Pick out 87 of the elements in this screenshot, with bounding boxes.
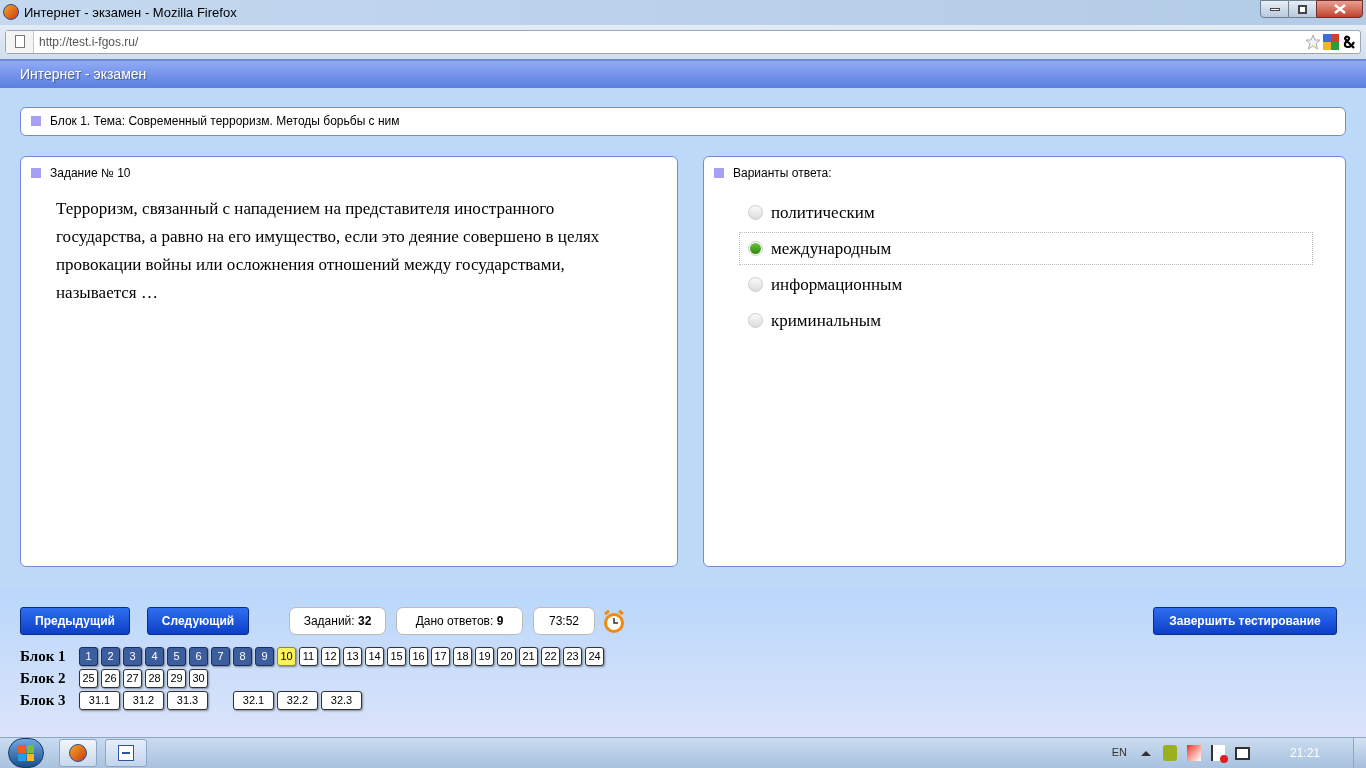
browser-logo-icon bbox=[69, 744, 87, 762]
question-number-button[interactable]: 19 bbox=[475, 647, 494, 667]
radio-button[interactable] bbox=[748, 204, 763, 220]
window-title: Интернет - экзамен - Mozilla Firefox bbox=[24, 3, 237, 22]
question-number-button[interactable]: 24 bbox=[585, 647, 604, 667]
previous-button[interactable]: Предыдущий bbox=[20, 607, 130, 636]
topic-text: Блок 1. Тема: Современный терроризм. Методы борьбы с ним bbox=[50, 113, 400, 131]
radio-button[interactable] bbox=[748, 240, 763, 256]
question-number-button[interactable]: 25 bbox=[79, 669, 98, 689]
app-title: Интернет - экзамен bbox=[20, 64, 147, 84]
taskbar-button[interactable] bbox=[105, 739, 147, 767]
finish-button[interactable]: Завершить тестирование bbox=[1153, 607, 1337, 636]
question-number-button[interactable]: 14 bbox=[365, 647, 384, 667]
bullet-icon bbox=[31, 167, 41, 178]
question-number-button[interactable]: 18 bbox=[453, 647, 472, 667]
question-text: Терроризм, связанный с нападением на представителя иностранного государства, а равно на его имущество, если это деяние совершено в целях провокации войны или осложнения отношений между государствами, называется … bbox=[56, 197, 601, 304]
question-number-button[interactable]: 23 bbox=[563, 647, 582, 667]
question-number-button[interactable]: 13 bbox=[343, 647, 362, 667]
restore-button[interactable] bbox=[1289, 0, 1316, 18]
question-number-button[interactable]: 32.2 bbox=[277, 691, 318, 711]
question-number-button[interactable]: 20 bbox=[497, 647, 516, 667]
tasks-count: Заданий: 32 bbox=[289, 607, 386, 636]
page-icon bbox=[14, 35, 25, 49]
bullet-icon bbox=[714, 167, 724, 178]
question-number-button[interactable]: 7 bbox=[211, 647, 230, 667]
browser-logo-icon bbox=[3, 4, 19, 21]
question-number-button[interactable]: 11 bbox=[299, 647, 318, 667]
question-number-button[interactable]: 29 bbox=[167, 669, 186, 689]
question-heading: Задание № 10 bbox=[50, 164, 131, 182]
taskbar-button[interactable] bbox=[59, 739, 97, 767]
answers-heading: Варианты ответа: bbox=[733, 164, 832, 182]
question-number-button[interactable]: 28 bbox=[145, 669, 164, 689]
question-number-button[interactable]: 8 bbox=[233, 647, 252, 667]
clock: 21:21 bbox=[1289, 745, 1320, 762]
flag-error-icon[interactable] bbox=[1210, 745, 1225, 761]
question-number-button[interactable]: 26 bbox=[101, 669, 120, 689]
block-label: Блок 3 bbox=[20, 691, 67, 711]
question-number-button[interactable]: 31.1 bbox=[79, 691, 120, 711]
question-number-button[interactable]: 22 bbox=[541, 647, 560, 667]
question-number-button[interactable]: 32.1 bbox=[233, 691, 274, 711]
star-icon[interactable] bbox=[1305, 33, 1321, 50]
question-number-button[interactable]: 30 bbox=[189, 669, 208, 689]
question-number-button[interactable]: 17 bbox=[431, 647, 450, 667]
answer-option[interactable]: международным bbox=[739, 231, 1313, 265]
show-hidden-icons-icon[interactable] bbox=[1140, 750, 1151, 756]
question-number-button[interactable]: 9 bbox=[255, 647, 274, 667]
question-number-button[interactable]: 31.2 bbox=[123, 691, 164, 711]
question-number-button[interactable]: 31.3 bbox=[167, 691, 208, 711]
bullet-icon bbox=[31, 116, 41, 127]
question-number-button[interactable]: 15 bbox=[387, 647, 406, 667]
google-icon[interactable] bbox=[1323, 33, 1339, 50]
block-label: Блок 2 bbox=[20, 669, 67, 689]
question-number-button[interactable]: 3 bbox=[123, 647, 142, 667]
answer-option[interactable]: информационным bbox=[739, 267, 1313, 301]
radio-button[interactable] bbox=[748, 276, 763, 292]
document-icon bbox=[118, 745, 134, 761]
answer-option[interactable]: криминальным bbox=[739, 303, 1313, 337]
close-icon bbox=[1333, 4, 1346, 14]
close-button[interactable] bbox=[1316, 0, 1363, 18]
address-text: http://test.i-fgos.ru/ bbox=[39, 33, 139, 51]
question-number-button[interactable]: 1 bbox=[79, 647, 98, 667]
windows-logo-icon bbox=[18, 745, 34, 761]
language-indicator: EN bbox=[1111, 745, 1127, 760]
question-number-button[interactable]: 27 bbox=[123, 669, 142, 689]
radio-button[interactable] bbox=[748, 312, 763, 328]
question-number-button[interactable]: 2 bbox=[101, 647, 120, 667]
alarm-clock-icon bbox=[603, 609, 625, 634]
question-number-button[interactable]: 10 bbox=[277, 647, 296, 667]
question-number-button[interactable]: 6 bbox=[189, 647, 208, 667]
question-number-button[interactable]: 4 bbox=[145, 647, 164, 667]
answer-option[interactable]: политическим bbox=[739, 195, 1313, 229]
ampersand-icon[interactable] bbox=[1342, 34, 1356, 49]
next-button[interactable]: Следующий bbox=[147, 607, 249, 636]
address-bar[interactable]: http://test.i-fgos.ru/ bbox=[5, 29, 1361, 54]
restore-icon bbox=[1298, 4, 1307, 14]
question-number-button[interactable]: 32.3 bbox=[321, 691, 362, 711]
question-number-button[interactable]: 21 bbox=[519, 647, 538, 667]
network-icon[interactable] bbox=[1234, 746, 1250, 760]
timer: 73:52 bbox=[533, 607, 595, 636]
block-label: Блок 1 bbox=[20, 647, 67, 667]
question-number-button[interactable]: 5 bbox=[167, 647, 186, 667]
answered-count: Дано ответов: 9 bbox=[396, 607, 523, 636]
question-number-button[interactable]: 12 bbox=[321, 647, 340, 667]
question-number-button[interactable]: 16 bbox=[409, 647, 428, 667]
minimize-icon bbox=[1269, 7, 1280, 11]
start-button[interactable] bbox=[8, 738, 44, 768]
minimize-button[interactable] bbox=[1260, 0, 1289, 18]
